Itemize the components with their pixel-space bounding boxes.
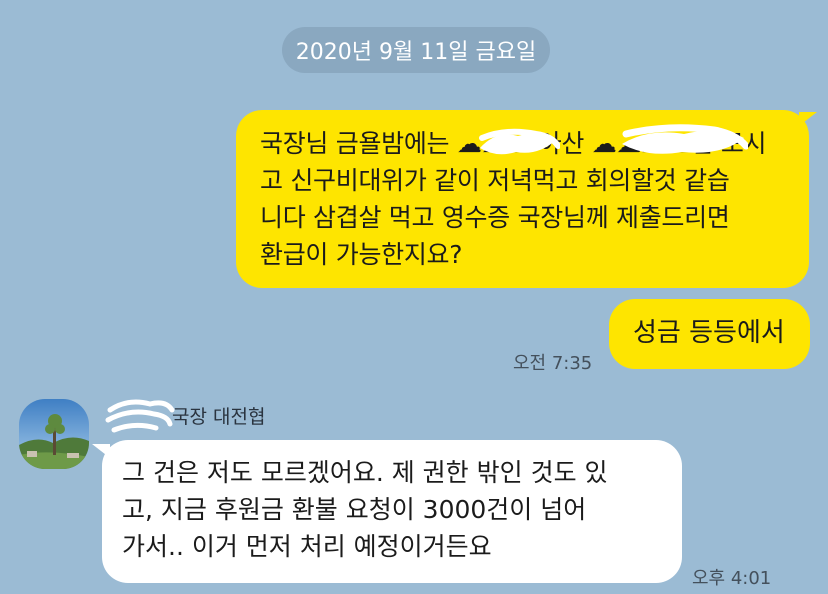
message-line: 그 건은 저도 모르겠어요. 제 권한 밖인 것도 있 xyxy=(122,458,608,487)
incoming-message-bubble[interactable]: 그 건은 저도 모르겠어요. 제 권한 밖인 것도 있 고, 지금 후원금 환불… xyxy=(92,440,682,583)
bubble-tail xyxy=(92,444,110,458)
avatar[interactable] xyxy=(19,399,89,469)
profile-photo-icon xyxy=(19,399,89,469)
message-timestamp: 오후 4:01 xyxy=(692,568,772,589)
message-line: 고 신구비대위가 같이 저녁먹고 회의할것 같습 xyxy=(260,166,730,195)
date-divider: 2020년 9월 11일 금요일 xyxy=(282,27,550,73)
chat-screen: { "date_divider": "2020년 9월 11일 금요일", "m… xyxy=(0,0,828,594)
outgoing-message-bubble[interactable]: 국장님 금욜밤에는 ☁☁☁ 아산 ☁☁☁☁님 모시 고 신구비대위가 같이 저녁… xyxy=(236,110,817,288)
message-timestamp: 오전 7:35 xyxy=(513,353,593,374)
sender-name: 국장 대전협 xyxy=(172,406,266,428)
outgoing-message-bubble[interactable]: 성금 등등에서 xyxy=(609,299,810,369)
redaction-scribble xyxy=(622,124,748,154)
message-line: 환급이 가능한지요? xyxy=(260,240,463,269)
message-line: 가서.. 이거 먼저 처리 예정이거든요 xyxy=(122,532,492,561)
message-line: 니다 삼겹살 먹고 영수증 국장님께 제출드리면 xyxy=(260,203,730,232)
redaction-scribble xyxy=(105,399,175,433)
redaction-scribble xyxy=(479,128,560,155)
message-line: 고, 지금 후원금 환불 요청이 3000건이 넘어 xyxy=(122,495,587,524)
bubble-tail xyxy=(799,112,817,126)
message-line: 성금 등등에서 xyxy=(633,318,785,348)
